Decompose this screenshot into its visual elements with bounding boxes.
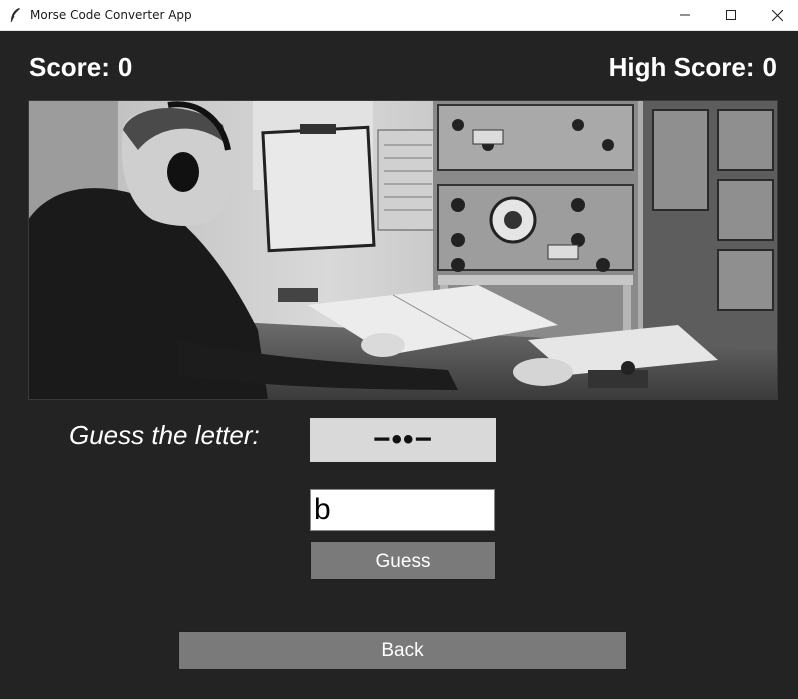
- close-button[interactable]: [754, 0, 798, 30]
- minimize-icon: [680, 14, 690, 16]
- back-button[interactable]: Back: [178, 631, 627, 670]
- high-score-value: 0: [762, 52, 777, 82]
- close-icon: [771, 9, 783, 21]
- window-title: Morse Code Converter App: [30, 8, 192, 22]
- score-value: 0: [117, 52, 133, 82]
- score-label: Score:: [29, 52, 110, 82]
- guess-button[interactable]: Guess: [310, 541, 496, 580]
- maximize-icon: [726, 10, 736, 20]
- maximize-button[interactable]: [708, 0, 754, 30]
- guess-prompt: Guess the letter:: [69, 420, 260, 450]
- feather-icon: [8, 7, 22, 23]
- morse-code-display: −••−: [310, 418, 496, 462]
- high-score-label: High Score:: [608, 52, 755, 82]
- high-score-display: High Score: 0: [609, 52, 777, 83]
- title-bar: Morse Code Converter App: [0, 0, 798, 31]
- telegraph-operator-photo: [28, 100, 778, 400]
- score-display: Score: 0: [29, 52, 132, 83]
- guess-input[interactable]: [310, 489, 495, 531]
- minimize-button[interactable]: [662, 0, 708, 30]
